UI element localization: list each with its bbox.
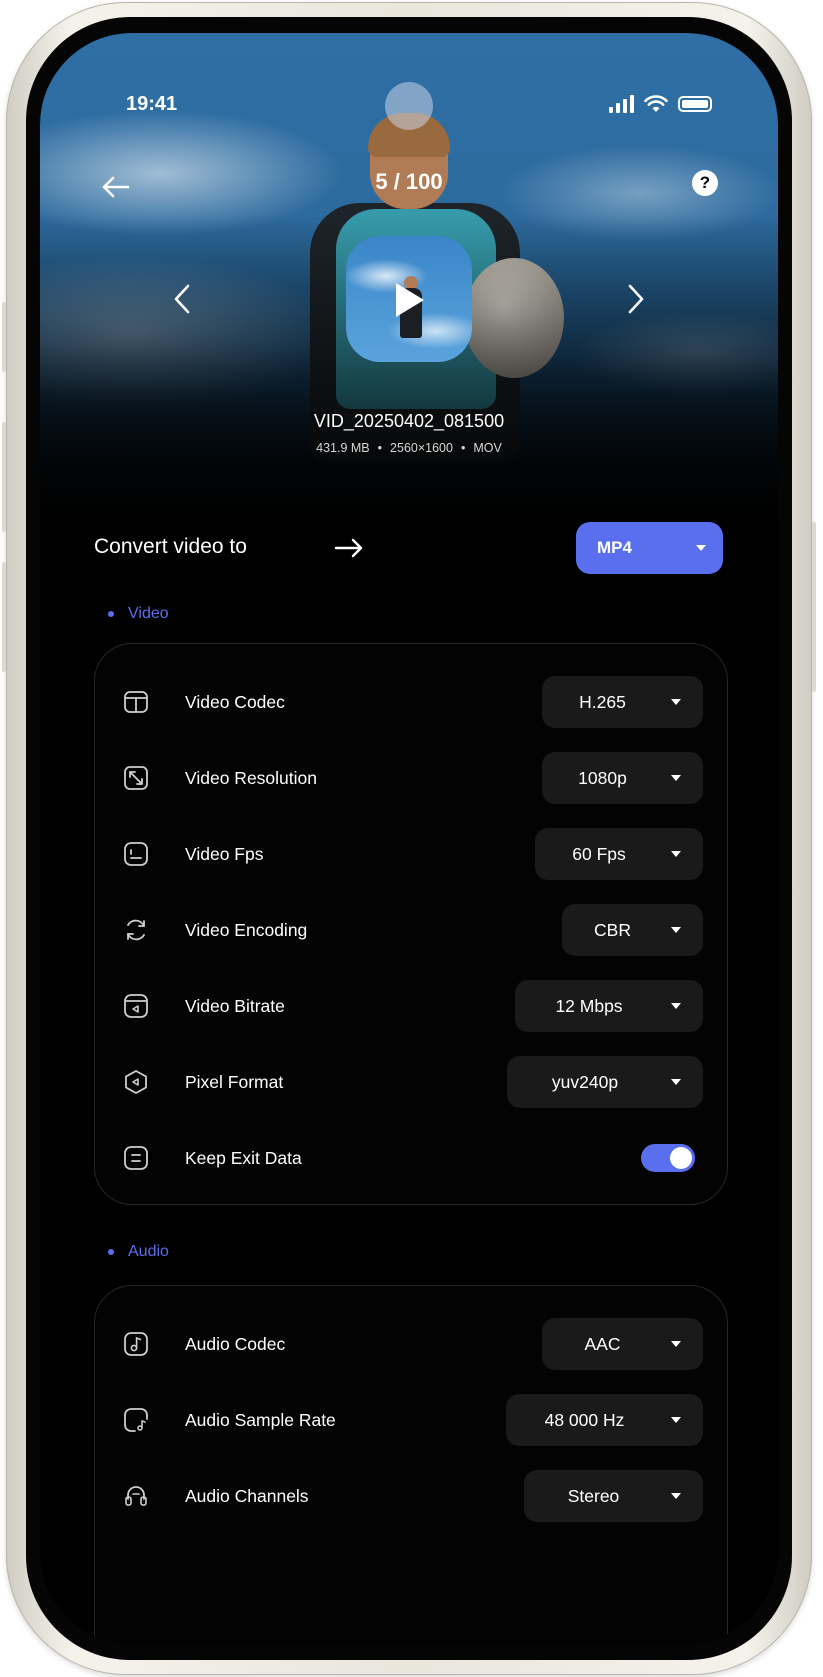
caret-down-icon [671,1003,681,1009]
setting-row-audio-codec: Audio Codec AAC [95,1318,727,1370]
caret-down-icon [671,851,681,857]
setting-row-video-codec: Video Codec H.265 [95,676,727,728]
convert-label: Convert video to [94,535,247,558]
video-resolution-dropdown[interactable]: 1080p [542,752,703,804]
media-counter: 5 / 100 [375,169,443,194]
play-icon[interactable] [396,283,424,317]
chevron-right-icon [628,284,644,314]
phone-frame: 19:41 5 / 100 ? VID_20250402_081500 431.… [2,2,816,1675]
file-resolution: 2560×1600 [390,441,453,455]
caret-down-icon [696,545,706,551]
audio-section-title: Audio [128,1243,169,1260]
document-icon [124,1146,148,1170]
expand-diagonal-icon [124,766,148,790]
setting-row-pixel-format: Pixel Format yuv240p [95,1056,727,1108]
pixel-format-dropdown[interactable]: yuv240p [507,1056,703,1108]
help-button[interactable]: ? [692,170,718,196]
file-container: MOV [473,441,502,455]
caret-down-icon [671,1079,681,1085]
format-dropdown[interactable]: MP4 [576,522,723,574]
setting-row-video-encoding: Video Encoding CBR [95,904,727,956]
fps-icon [124,842,148,866]
video-section-title: Video [128,605,169,622]
setting-row-audio-sample-rate: Audio Sample Rate 48 000 Hz [95,1394,727,1446]
setting-row-video-fps: Video Fps 60 Fps [95,828,727,880]
power-button [812,522,816,692]
caret-down-icon [671,927,681,933]
hexagon-icon [125,1070,147,1094]
status-time: 19:41 [126,93,178,115]
file-meta: 431.9 MB • 2560×1600 • MOV [316,441,502,455]
audio-codec-dropdown[interactable]: AAC [542,1318,703,1370]
bitrate-icon [124,994,148,1018]
arrow-right-icon [334,535,364,561]
dynamic-island [385,82,433,130]
next-video-button[interactable] [620,281,650,317]
sample-rate-icon [124,1408,148,1432]
screen: 19:41 5 / 100 ? VID_20250402_081500 431.… [40,33,778,1644]
audio-channels-dropdown[interactable]: Stereo [524,1470,703,1522]
video-bitrate-dropdown[interactable]: 12 Mbps [515,980,703,1032]
setting-row-keep-exit-data: Keep Exit Data [95,1132,727,1184]
video-thumbnail[interactable] [346,236,472,362]
toggle-knob [670,1147,692,1169]
battery-icon [678,96,712,112]
video-encoding-dropdown[interactable]: CBR [562,904,703,956]
wifi-icon [644,95,668,112]
setting-row-video-bitrate: Video Bitrate 12 Mbps [95,980,727,1032]
caret-down-icon [671,1493,681,1499]
headphones-icon [125,1486,147,1506]
setting-row-video-resolution: Video Resolution 1080p [95,752,727,804]
caret-down-icon [671,699,681,705]
volume-up-button [2,422,6,532]
bezel: 19:41 5 / 100 ? VID_20250402_081500 431.… [26,17,792,1660]
video-codec-dropdown[interactable]: H.265 [542,676,703,728]
file-size: 431.9 MB [316,441,370,455]
chevron-left-icon [174,284,190,314]
setting-row-audio-channels: Audio Channels Stereo [95,1470,727,1522]
file-name: VID_20250402_081500 [313,411,505,431]
video-settings-card: Video Codec H.265 Video Resolution 1080p [94,643,728,1205]
video-section-header: Video [108,605,169,623]
previous-video-button[interactable] [168,281,198,317]
status-icons [609,95,712,113]
caret-down-icon [671,1341,681,1347]
bullet-dot [108,1249,114,1255]
video-fps-dropdown[interactable]: 60 Fps [535,828,703,880]
caret-down-icon [671,775,681,781]
keep-exit-data-toggle[interactable] [641,1144,695,1172]
action-button [2,302,6,372]
layout-icon [124,691,148,713]
cellular-signal-icon [609,95,634,113]
audio-sample-rate-dropdown[interactable]: 48 000 Hz [506,1394,703,1446]
volume-down-button [2,562,6,672]
refresh-icon [127,919,145,941]
bullet-dot [108,611,114,617]
music-note-icon [124,1332,148,1356]
audio-settings-card: Audio Codec AAC Audio Sample Rate 48 000 [94,1285,728,1644]
format-value: MP4 [597,538,632,557]
caret-down-icon [671,1417,681,1423]
audio-section-header: Audio [108,1243,169,1261]
